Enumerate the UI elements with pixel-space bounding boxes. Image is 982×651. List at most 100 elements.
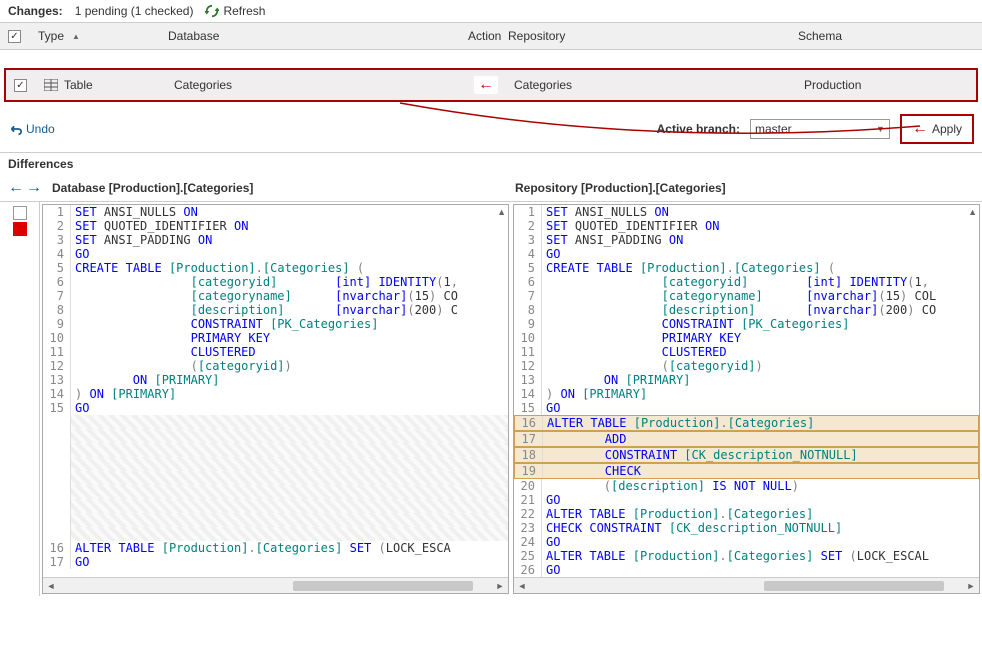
code-line: 19 CHECK (514, 463, 979, 479)
code-line-empty (43, 471, 508, 485)
code-text: ) ON [PRIMARY] (71, 387, 508, 401)
db-hscroll[interactable]: ◄ ► (43, 577, 508, 593)
code-text: GO (71, 247, 508, 261)
col-repository-header[interactable]: Repository (508, 29, 798, 43)
database-pane: ▲ 1SET ANSI_NULLS ON2SET QUOTED_IDENTIFI… (42, 204, 509, 594)
code-line: 15GO (514, 401, 979, 415)
code-text: SET ANSI_NULLS ON (71, 205, 508, 219)
line-number: 14 (43, 387, 71, 401)
code-text: CONSTRAINT [CK_description_NOTNULL] (543, 448, 978, 462)
code-line: 4GO (514, 247, 979, 261)
db-pane-title: Database [Production].[Categories] (48, 181, 511, 195)
code-text: GO (71, 401, 508, 415)
repo-hscroll[interactable]: ◄ ► (514, 577, 979, 593)
line-number: 16 (43, 541, 71, 555)
code-text: GO (542, 563, 979, 577)
line-number: 17 (43, 555, 71, 569)
code-text: [categoryid] [int] IDENTITY(1, (71, 275, 508, 289)
branch-select[interactable]: master ▼ (750, 119, 890, 139)
code-line: 6 [categoryid] [int] IDENTITY(1, (514, 275, 979, 289)
code-text: CHECK (543, 464, 978, 478)
scroll-right-icon[interactable]: ► (963, 581, 979, 591)
line-number: 7 (43, 289, 71, 303)
next-diff-button[interactable]: → (26, 179, 42, 197)
row-checkbox[interactable] (14, 79, 27, 92)
refresh-button[interactable]: Refresh (205, 4, 265, 18)
code-line: 11 CLUSTERED (43, 345, 508, 359)
repo-pane-title: Repository [Production].[Categories] (511, 181, 974, 195)
code-text: ([categoryid]) (71, 359, 508, 373)
prev-diff-button[interactable]: ← (8, 179, 24, 197)
code-line: 23CHECK CONSTRAINT [CK_description_NOTNU… (514, 521, 979, 535)
table-icon (44, 79, 58, 91)
code-line: 6 [categoryid] [int] IDENTITY(1, (43, 275, 508, 289)
scroll-right-icon[interactable]: ► (492, 581, 508, 591)
line-number: 4 (43, 247, 71, 261)
db-code-area[interactable]: 1SET ANSI_NULLS ON2SET QUOTED_IDENTIFIER… (43, 205, 508, 577)
line-number: 12 (43, 359, 71, 373)
change-row[interactable]: Table Categories ← Categories Production (4, 68, 978, 102)
code-line: 5CREATE TABLE [Production].[Categories] … (43, 261, 508, 275)
code-text: ) ON [PRIMARY] (542, 387, 979, 401)
repo-hscroll-thumb[interactable] (764, 581, 944, 591)
scroll-left-icon[interactable]: ◄ (43, 581, 59, 591)
nav-marker-changed[interactable] (13, 222, 27, 236)
line-number: 7 (514, 289, 542, 303)
line-number: 6 (514, 275, 542, 289)
code-text: CREATE TABLE [Production].[Categories] ( (71, 261, 508, 275)
code-text: ALTER TABLE [Production].[Categories] (543, 416, 978, 430)
code-text: [description] [nvarchar](200) C (71, 303, 508, 317)
line-number: 1 (43, 205, 71, 219)
col-schema-header[interactable]: Schema (798, 29, 974, 43)
code-text: PRIMARY KEY (542, 331, 979, 345)
scroll-left-icon[interactable]: ◄ (514, 581, 530, 591)
refresh-icon (205, 4, 219, 18)
repo-code-area[interactable]: 1SET ANSI_NULLS ON2SET QUOTED_IDENTIFIER… (514, 205, 979, 577)
branch-value: master (755, 122, 792, 136)
apply-button[interactable]: ← Apply (900, 114, 974, 144)
code-line: 2SET QUOTED_IDENTIFIER ON (514, 219, 979, 233)
diff-sidebar (0, 202, 40, 596)
code-line: 4GO (43, 247, 508, 261)
code-text: CLUSTERED (542, 345, 979, 359)
code-line: 26GO (514, 563, 979, 577)
line-number: 13 (514, 373, 542, 387)
line-number: 5 (43, 261, 71, 275)
nav-marker-unchanged[interactable] (13, 206, 27, 220)
undo-button[interactable]: Undo (8, 122, 55, 136)
line-number: 3 (43, 233, 71, 247)
code-line-empty (43, 443, 508, 457)
code-text: CREATE TABLE [Production].[Categories] ( (542, 261, 979, 275)
code-line: 14) ON [PRIMARY] (514, 387, 979, 401)
db-hscroll-thumb[interactable] (293, 581, 473, 591)
undo-label: Undo (26, 122, 55, 136)
line-number: 10 (514, 331, 542, 345)
row-type: Table (64, 78, 93, 92)
code-text: [categoryname] [nvarchar](15) COL (542, 289, 979, 303)
code-line-empty (43, 527, 508, 541)
code-line: 7 [categoryname] [nvarchar](15) COL (514, 289, 979, 303)
code-line: 9 CONSTRAINT [PK_Categories] (43, 317, 508, 331)
code-line-empty (43, 457, 508, 471)
line-number: 17 (515, 432, 543, 446)
header-checkbox[interactable] (8, 30, 21, 43)
line-number: 9 (514, 317, 542, 331)
code-line: 20 ([description] IS NOT NULL) (514, 479, 979, 493)
code-text: ALTER TABLE [Production].[Categories] SE… (71, 541, 508, 555)
code-text: ALTER TABLE [Production].[Categories] SE… (542, 549, 979, 563)
code-line-empty (43, 415, 508, 429)
code-line: 14) ON [PRIMARY] (43, 387, 508, 401)
col-type-header[interactable]: Type▲ (38, 29, 168, 43)
code-text: CHECK CONSTRAINT [CK_description_NOTNULL… (542, 521, 979, 535)
sort-asc-icon: ▲ (72, 32, 80, 41)
apply-arrow-icon: ← (912, 120, 928, 138)
row-database: Categories (174, 78, 232, 92)
line-number: 9 (43, 317, 71, 331)
col-action-header[interactable]: Action (468, 29, 508, 43)
code-line: 22ALTER TABLE [Production].[Categories] (514, 507, 979, 521)
line-number: 15 (43, 401, 71, 415)
col-database-header[interactable]: Database (168, 29, 468, 43)
code-line: 10 PRIMARY KEY (514, 331, 979, 345)
line-number: 26 (514, 563, 542, 577)
code-line: 21GO (514, 493, 979, 507)
